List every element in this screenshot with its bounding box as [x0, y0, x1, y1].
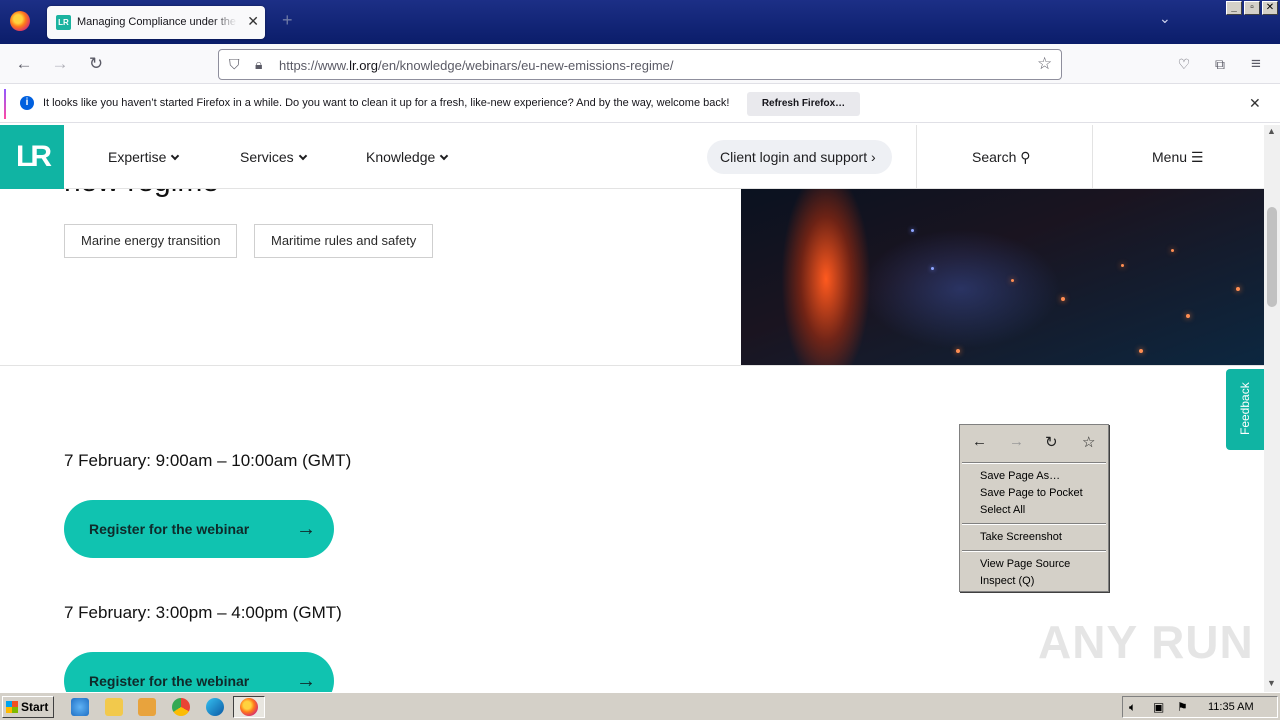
notification-close-icon[interactable]: ✕ [1249, 95, 1261, 112]
register-webinar-button-1[interactable]: Register for the webinar → [64, 500, 334, 558]
notification-text: It looks like you haven’t started Firefo… [43, 97, 730, 109]
url-bar[interactable]: ⛉ 🔒︎ https://www.lr.org/en/knowledge/web… [218, 49, 1062, 80]
firefox-icon[interactable] [10, 11, 30, 31]
menu-separator [962, 523, 1106, 525]
menu-lines-icon: ☰ [1190, 149, 1204, 165]
ctx-reload-icon[interactable]: ↻ [1045, 433, 1058, 451]
nav-knowledge[interactable]: Knowledge [366, 149, 449, 165]
site-header: LR Expertise Services Knowledge Client l… [0, 125, 1264, 189]
section-divider [0, 365, 1264, 366]
action-center-flag-icon[interactable]: ⚑ [1177, 700, 1188, 714]
forward-arrow-icon[interactable]: → [48, 52, 72, 76]
scroll-up-icon[interactable]: ▲ [1267, 126, 1276, 136]
search-button[interactable]: Search ⚲ [972, 149, 1031, 166]
firefox-notification-bar: i It looks like you haven’t started Fire… [0, 85, 1280, 123]
close-window-button[interactable]: ✕ [1262, 1, 1278, 15]
file-explorer-icon[interactable] [105, 698, 123, 716]
minimize-button[interactable]: _ [1226, 1, 1242, 15]
ctx-view-page-source[interactable]: View Page Source [980, 558, 1070, 570]
firefox-taskbar-button[interactable] [233, 696, 265, 718]
ctx-take-screenshot[interactable]: Take Screenshot [980, 531, 1062, 543]
header-divider [1092, 125, 1093, 189]
session-1-time: 7 February: 9:00am – 10:00am (GMT) [64, 451, 352, 470]
nav-services[interactable]: Services [240, 149, 307, 165]
hero-image [741, 189, 1264, 365]
browser-tab-active[interactable]: LR Managing Compliance under the EU ✕ [47, 6, 265, 39]
context-menu: ← → ↻ ☆ Save Page As… Save Page to Pocke… [959, 424, 1109, 592]
lock-icon[interactable]: 🔒︎ [255, 56, 262, 73]
window-controls: _ ▫ ✕ [1226, 1, 1278, 15]
feedback-tab[interactable]: Feedback [1226, 369, 1264, 450]
scrollbar-thumb[interactable] [1267, 207, 1277, 307]
ctx-forward-icon[interactable]: → [1009, 433, 1024, 450]
browser-tab-strip: LR Managing Compliance under the EU ✕ + … [0, 0, 1280, 44]
register-button-label: Register for the webinar [89, 673, 250, 689]
client-login-button[interactable]: Client login and support › [707, 140, 892, 174]
menu-separator [962, 550, 1106, 552]
new-tab-plus-icon[interactable]: + [282, 10, 293, 31]
ctx-save-page-as[interactable]: Save Page As… [980, 470, 1060, 482]
nav-expertise[interactable]: Expertise [108, 149, 180, 165]
network-icon[interactable]: ▣ [1153, 700, 1164, 714]
session-2-time: 7 February: 3:00pm – 4:00pm (GMT) [64, 603, 342, 622]
ctx-save-to-pocket[interactable]: Save Page to Pocket [980, 487, 1083, 499]
chevron-down-icon [440, 151, 449, 161]
list-all-tabs-chevron-icon[interactable]: ⌄ [1159, 10, 1171, 27]
internet-explorer-icon[interactable] [71, 698, 89, 716]
url-text[interactable]: https://www.lr.org/en/knowledge/webinars… [279, 58, 674, 73]
register-button-label: Register for the webinar [89, 521, 250, 537]
chevron-down-icon [171, 151, 180, 161]
ctx-inspect[interactable]: Inspect (Q) [980, 575, 1034, 587]
back-arrow-icon[interactable]: ← [12, 52, 36, 76]
hamburger-menu-icon[interactable]: ≡ [1244, 52, 1268, 76]
restore-button[interactable]: ▫ [1244, 1, 1260, 15]
edge-icon[interactable] [206, 698, 224, 716]
tab-close-icon[interactable]: ✕ [247, 13, 259, 30]
bookmark-star-icon[interactable]: ☆ [1037, 54, 1052, 74]
media-player-icon[interactable] [138, 698, 156, 716]
ctx-back-icon[interactable]: ← [972, 433, 987, 450]
page-scrollbar[interactable]: ▲ ▼ [1264, 125, 1280, 692]
system-tray: 🔈︎ ▣ ⚑ 11:35 AM [1122, 696, 1278, 718]
anyrun-watermark: ANY RUN [1038, 616, 1254, 668]
extensions-icon[interactable]: ⧉ [1208, 52, 1232, 76]
pocket-icon[interactable]: ♡ [1172, 52, 1196, 76]
chevron-down-icon [298, 151, 307, 161]
ctx-bookmark-star-icon[interactable]: ☆ [1082, 433, 1095, 451]
lr-favicon-icon: LR [56, 15, 71, 30]
start-button[interactable]: Start [2, 696, 54, 718]
menu-separator [962, 462, 1106, 464]
info-icon: i [20, 96, 34, 110]
shield-icon[interactable]: ⛉ [229, 56, 240, 73]
tab-title: Managing Compliance under the EU [77, 16, 237, 28]
volume-icon[interactable]: 🔈︎ [1129, 700, 1136, 715]
search-icon: ⚲ [1020, 149, 1031, 165]
arrow-right-icon: → [296, 518, 316, 540]
refresh-firefox-button[interactable]: Refresh Firefox… [747, 92, 860, 116]
ctx-select-all[interactable]: Select All [980, 504, 1025, 516]
menu-button[interactable]: Menu ☰ [1152, 149, 1203, 166]
windows-taskbar: Start 🔈︎ ▣ ⚑ 11:35 AM [0, 692, 1280, 720]
chrome-icon[interactable] [172, 698, 190, 716]
tag-maritime-rules-and-safety[interactable]: Maritime rules and safety [254, 224, 434, 258]
reload-icon[interactable]: ↻ [84, 52, 108, 76]
tag-marine-energy-transition[interactable]: Marine energy transition [64, 224, 238, 258]
browser-nav-bar: ← → ↻ ⛉ 🔒︎ https://www.lr.org/en/knowled… [0, 44, 1280, 84]
header-divider [916, 125, 917, 189]
firefox-icon [240, 698, 258, 716]
scroll-down-icon[interactable]: ▼ [1267, 678, 1276, 688]
chevron-right-icon: › [871, 149, 876, 165]
clock: 11:35 AM [1208, 701, 1254, 713]
lr-logo[interactable]: LR [0, 125, 64, 189]
